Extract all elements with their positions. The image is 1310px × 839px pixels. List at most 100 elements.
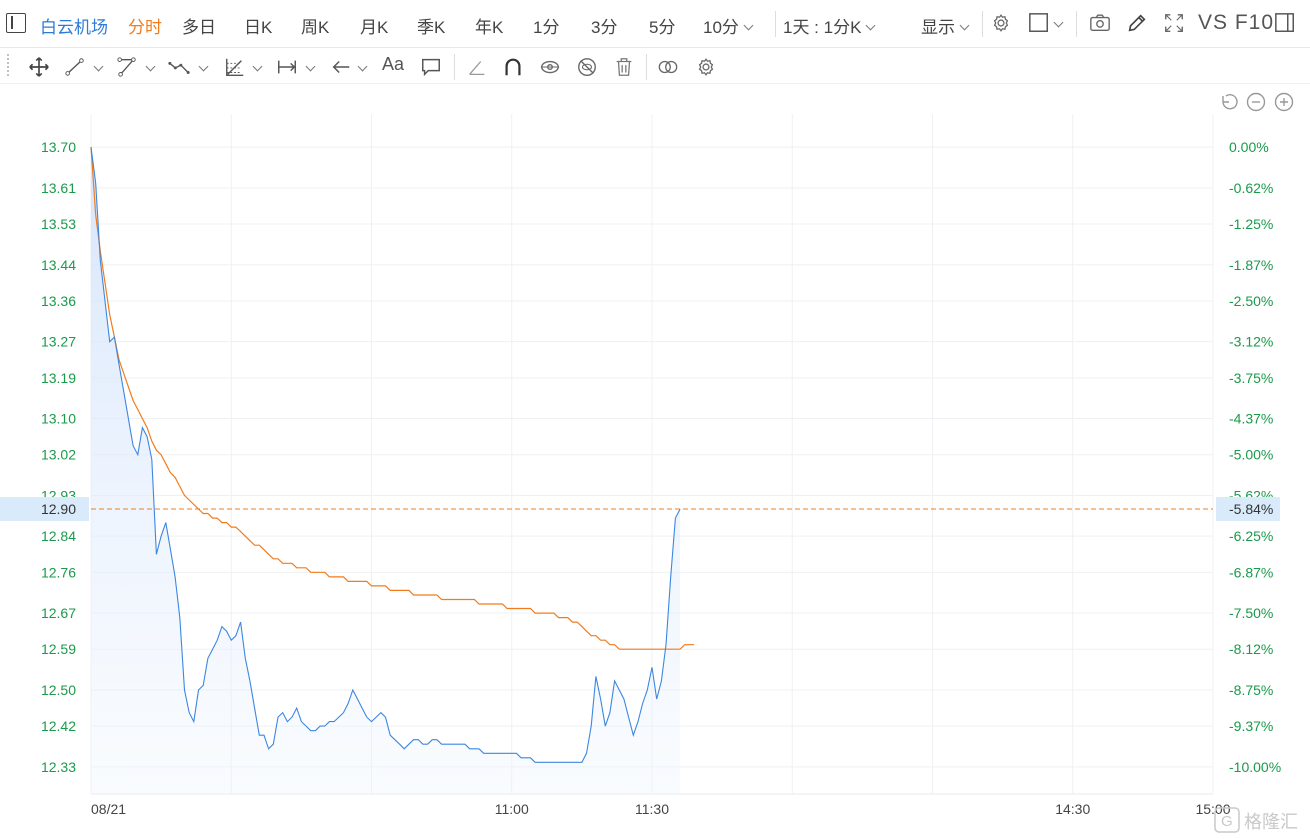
- svg-text:G: G: [1221, 813, 1233, 830]
- percent-tick-label: -4.37%: [1229, 411, 1273, 427]
- price-axis: 13.70 13.61 13.53 13.44 13.36 13.27 13.19 13.10…: [41, 139, 76, 775]
- price-tick-label: 12.42: [41, 718, 76, 734]
- price-area: [91, 147, 681, 795]
- top-toolbar: 白云机场 分时 多日 日K 周K 月K 季K 年K 1分 3分 5分 10分 1…: [0, 0, 1310, 48]
- tab-5min[interactable]: 5分: [649, 13, 675, 38]
- price-tick-label: 13.27: [41, 334, 76, 350]
- eye-toggle-icon[interactable]: [539, 56, 561, 78]
- chevron-down-icon: [198, 61, 209, 72]
- price-tick-label: 12.50: [41, 682, 76, 698]
- crosshair-percent-label: -5.84%: [1229, 501, 1273, 517]
- divider: [1076, 11, 1077, 37]
- avg-price-line: [90, 147, 695, 650]
- trash-icon[interactable]: [613, 56, 635, 78]
- chevron-down-icon: [93, 61, 104, 72]
- fullscreen-icon[interactable]: [1163, 12, 1185, 34]
- sidebar-toggle-icon[interactable]: [6, 13, 26, 33]
- tab-yearly-k[interactable]: 年K: [475, 13, 503, 38]
- percent-tick-label: -7.50%: [1229, 605, 1273, 621]
- watermark-text: 格隆汇: [1244, 812, 1298, 833]
- settings-icon[interactable]: [695, 56, 717, 78]
- interval-select-label: 10分: [703, 18, 739, 37]
- panel-icon[interactable]: [1274, 12, 1296, 34]
- price-tick-label: 13.61: [41, 180, 76, 196]
- magnet-icon[interactable]: [502, 56, 524, 78]
- tab-weekly-k[interactable]: 周K: [301, 13, 329, 38]
- fibonacci-icon[interactable]: [224, 56, 246, 78]
- display-select-label: 显示: [921, 18, 955, 37]
- chevron-down-icon: [357, 61, 368, 72]
- wave-icon[interactable]: [168, 56, 190, 78]
- percent-tick-label: -3.12%: [1229, 334, 1273, 350]
- drag-handle[interactable]: [6, 53, 10, 77]
- price-tick-label: 13.02: [41, 447, 76, 463]
- range-select-label: 1天 : 1分K: [783, 18, 862, 37]
- chevron-down-icon: [865, 20, 876, 31]
- stock-name[interactable]: 白云机场: [40, 13, 108, 38]
- zoom-in-icon[interactable]: [1274, 92, 1294, 112]
- price-tick-label: 13.53: [41, 216, 76, 232]
- percent-tick-label: -1.87%: [1229, 257, 1273, 273]
- percent-tick-label: -10.00%: [1229, 759, 1281, 775]
- percent-tick-label: -9.37%: [1229, 718, 1273, 734]
- percent-tick-label: -1.25%: [1229, 216, 1273, 232]
- square-icon[interactable]: [1028, 12, 1050, 34]
- link-icon[interactable]: [657, 56, 679, 78]
- price-tick-label: 13.70: [41, 139, 76, 155]
- text-tool-icon[interactable]: Aa: [382, 54, 404, 75]
- tab-intraday[interactable]: 分时: [128, 13, 162, 38]
- divider: [982, 11, 983, 37]
- percent-tick-label: -6.25%: [1229, 528, 1273, 544]
- tab-monthly-k[interactable]: 月K: [360, 13, 388, 38]
- tab-1min[interactable]: 1分: [533, 13, 559, 38]
- pencil-icon[interactable]: [1126, 12, 1148, 34]
- chevron-down-icon: [743, 20, 754, 31]
- gear-icon[interactable]: [990, 12, 1012, 34]
- tab-multi-day[interactable]: 多日: [182, 13, 216, 38]
- chevron-down-icon: [1053, 17, 1064, 28]
- price-tick-label: 12.76: [41, 564, 76, 580]
- comment-icon[interactable]: [420, 56, 442, 78]
- percent-tick-label: -5.00%: [1229, 447, 1273, 463]
- undo-icon[interactable]: [1222, 94, 1238, 110]
- price-area-fill: [91, 147, 681, 795]
- polyline-icon[interactable]: [116, 56, 138, 78]
- range-select[interactable]: 1天 : 1分K: [783, 13, 876, 38]
- hide-icon[interactable]: [576, 56, 598, 78]
- arrow-left-icon[interactable]: [330, 56, 352, 78]
- time-tick-label: 14:30: [1055, 801, 1090, 817]
- percent-tick-label: -0.62%: [1229, 180, 1273, 196]
- eraser-line-icon[interactable]: [466, 56, 488, 78]
- intraday-chart[interactable]: 13.70 13.61 13.53 13.44 13.36 13.27 13.19 13.10…: [0, 84, 1310, 839]
- price-tick-label: 13.36: [41, 293, 76, 309]
- chevron-down-icon: [145, 61, 156, 72]
- tab-daily-k[interactable]: 日K: [244, 13, 272, 38]
- price-tick-label: 12.67: [41, 605, 76, 621]
- price-tick-label: 12.59: [41, 641, 76, 657]
- divider: [454, 54, 455, 80]
- time-axis: 08/21 11:00 11:30 14:30 15:00: [91, 801, 1231, 817]
- tab-3min[interactable]: 3分: [591, 13, 617, 38]
- move-icon[interactable]: [28, 56, 50, 78]
- time-tick-label: 11:00: [495, 801, 529, 817]
- time-tick-label: 11:30: [635, 801, 669, 817]
- percent-tick-label: -8.75%: [1229, 682, 1273, 698]
- measure-icon[interactable]: [276, 56, 298, 78]
- price-tick-label: 12.84: [41, 528, 76, 544]
- interval-select[interactable]: 10分: [703, 13, 754, 38]
- zoom-out-icon[interactable]: [1246, 92, 1266, 112]
- percent-axis: 0.00% -0.62% -1.25% -1.87% -2.50% -3.12% -3.75…: [1229, 139, 1281, 775]
- line-segment-icon[interactable]: [64, 56, 86, 78]
- chevron-down-icon: [252, 61, 263, 72]
- divider: [646, 54, 647, 80]
- chevron-down-icon: [959, 20, 970, 31]
- display-select[interactable]: 显示: [921, 13, 970, 38]
- price-tick-label: 13.44: [41, 257, 76, 273]
- price-tick-label: 13.10: [41, 411, 76, 427]
- drawing-toolbar: Aa: [0, 48, 1310, 84]
- price-tick-label: 12.33: [41, 759, 76, 775]
- vs-f10-button[interactable]: VS F10: [1198, 11, 1274, 35]
- tab-quarterly-k[interactable]: 季K: [417, 13, 445, 38]
- time-tick-label: 08/21: [91, 801, 126, 817]
- camera-icon[interactable]: [1089, 12, 1111, 34]
